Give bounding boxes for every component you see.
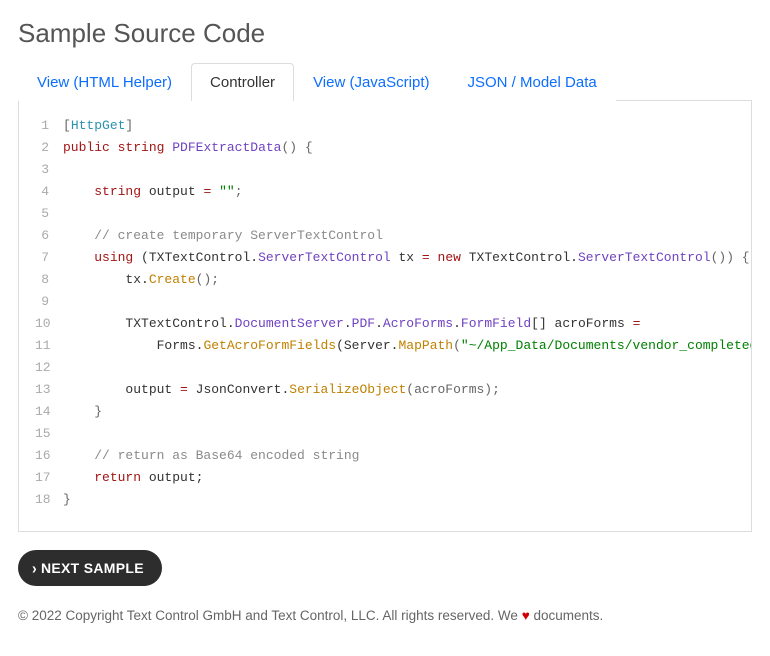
code-pane: 1[HttpGet]2public string PDFExtractData(… [18,101,752,532]
code-line: 3 [35,159,735,181]
tab-view-javascript[interactable]: View (JavaScript) [294,63,448,101]
line-content [63,357,735,379]
chevron-right-icon: › [32,559,37,577]
code-line: 12 [35,357,735,379]
line-content [63,203,735,225]
line-number: 17 [35,467,63,489]
line-content [63,291,735,313]
line-number: 18 [35,489,63,511]
line-content: Forms.GetAcroFormFields(Server.MapPath("… [63,335,752,357]
line-content: public string PDFExtractData() { [63,137,735,159]
code-line: 9 [35,291,735,313]
code-line: 7 using (TXTextControl.ServerTextControl… [35,247,735,269]
line-content: using (TXTextControl.ServerTextControl t… [63,247,750,269]
code-line: 5 [35,203,735,225]
line-content: tx.Create(); [63,269,735,291]
line-content: return output; [63,467,735,489]
line-content: } [63,489,735,511]
line-content: } [63,401,735,423]
line-content [63,159,735,181]
code-line: 13 output = JsonConvert.SerializeObject(… [35,379,735,401]
tab-controller[interactable]: Controller [191,63,294,101]
code-line: 15 [35,423,735,445]
code-line: 2public string PDFExtractData() { [35,137,735,159]
tab-json-model-data[interactable]: JSON / Model Data [449,63,616,101]
line-number: 12 [35,357,63,379]
line-content: output = JsonConvert.SerializeObject(acr… [63,379,735,401]
line-content: // create temporary ServerTextControl [63,225,735,247]
line-number: 7 [35,247,63,269]
line-number: 14 [35,401,63,423]
line-content: string output = ""; [63,181,735,203]
code-line: 11 Forms.GetAcroFormFields(Server.MapPat… [35,335,735,357]
footer-pre: © 2022 Copyright Text Control GmbH and T… [18,608,522,623]
next-sample-label: NEXT SAMPLE [41,560,144,576]
code-line: 17 return output; [35,467,735,489]
line-number: 15 [35,423,63,445]
code-line: 16 // return as Base64 encoded string [35,445,735,467]
line-number: 3 [35,159,63,181]
code-line: 14 } [35,401,735,423]
line-content: [HttpGet] [63,115,735,137]
line-number: 16 [35,445,63,467]
tab-view-html-helper[interactable]: View (HTML Helper) [18,63,191,101]
page-title: Sample Source Code [18,18,752,49]
code-line: 8 tx.Create(); [35,269,735,291]
footer-text: © 2022 Copyright Text Control GmbH and T… [18,608,752,623]
tabs-bar: View (HTML Helper)ControllerView (JavaSc… [18,63,752,101]
code-line: 4 string output = ""; [35,181,735,203]
line-number: 2 [35,137,63,159]
line-number: 8 [35,269,63,291]
line-content: TXTextControl.DocumentServer.PDF.AcroFor… [63,313,735,335]
line-content [63,423,735,445]
line-number: 13 [35,379,63,401]
code-line: 6 // create temporary ServerTextControl [35,225,735,247]
line-number: 10 [35,313,63,335]
line-number: 6 [35,225,63,247]
code-line: 1[HttpGet] [35,115,735,137]
code-line: 18} [35,489,735,511]
next-sample-button[interactable]: › NEXT SAMPLE [18,550,162,586]
line-number: 4 [35,181,63,203]
line-number: 11 [35,335,63,357]
line-number: 5 [35,203,63,225]
line-number: 9 [35,291,63,313]
line-number: 1 [35,115,63,137]
heart-icon: ♥ [522,608,530,623]
footer-post: documents. [530,608,604,623]
code-line: 10 TXTextControl.DocumentServer.PDF.Acro… [35,313,735,335]
line-content: // return as Base64 encoded string [63,445,735,467]
